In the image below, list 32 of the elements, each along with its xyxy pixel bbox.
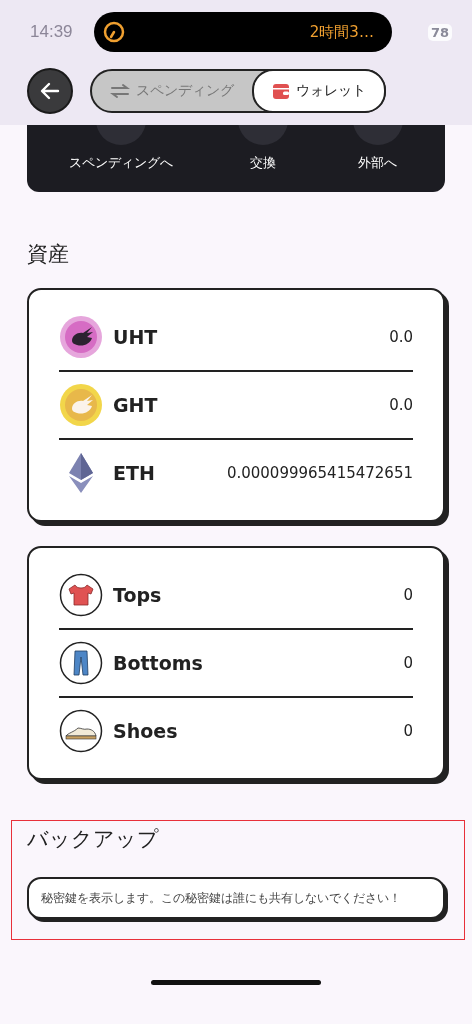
token-symbol: GHT [113,394,158,416]
token-amount: 0.000099965415472651 [226,464,413,482]
t-shirt-icon [59,573,103,617]
token-symbol: UHT [113,326,158,348]
timer-icon [102,20,127,44]
item-count: 0 [403,586,413,604]
token-amount: 0.0 [389,328,413,346]
status-time: 14:39 [30,22,74,42]
wallet-icon [271,82,290,100]
back-arrow-icon [39,80,61,102]
sneaker-icon [59,709,103,753]
section-title: 資産 [27,241,70,268]
action-button[interactable]: 外部へ [352,125,403,192]
action-button[interactable]: スペンディングへ [69,125,174,192]
item-count: 0 [403,722,413,740]
comet-coin-icon [59,315,103,359]
back-button[interactable] [27,68,73,114]
section-title: バックアップ [27,826,160,853]
show-private-key-button[interactable]: 秘密鍵を表示します。この秘密鍵は誰にも共有しないでください！ [27,877,445,919]
action-button[interactable]: 交換 [238,125,288,192]
activity-text: 2時間3… [309,22,374,42]
swap-icon [109,83,130,99]
token-amount: 0.0 [389,396,413,414]
item-category: Shoes [113,720,178,742]
tab[interactable]: ウォレット [251,69,386,113]
battery-indicator: 78 [427,23,452,41]
jeans-icon [59,641,103,685]
token-symbol: ETH [113,462,155,484]
item-category: Tops [113,584,162,606]
item-category: Bottoms [113,652,203,674]
comet-coin-icon [59,383,103,427]
item-count: 0 [403,654,413,672]
